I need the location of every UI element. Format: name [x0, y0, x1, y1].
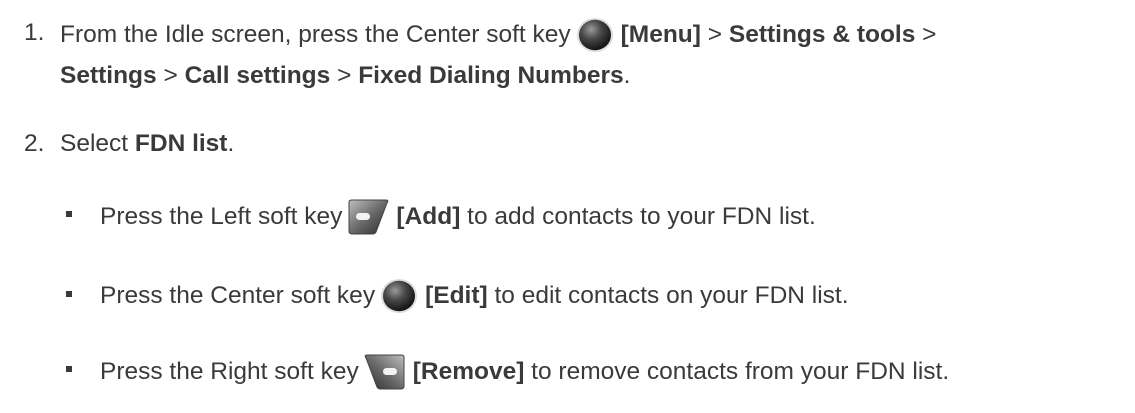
step-1-line-1: From the Idle screen, press the Center s… [60, 17, 936, 53]
step-2-text: Select [60, 130, 135, 157]
separator: > [700, 21, 729, 48]
call-settings-item: Call settings [184, 62, 331, 89]
period: . [227, 130, 235, 157]
center-soft-key-icon [381, 279, 418, 313]
fdn-list-item: FDN list [134, 130, 228, 157]
bullet-text: Press the Left soft key [100, 203, 343, 230]
settings-item: Settings [60, 62, 157, 89]
bullet-suffix: to edit contacts on your FDN list. [487, 282, 849, 309]
step-1-line-2: Settings > Call settings > Fixed Dialing… [60, 60, 630, 92]
bullet-marker [66, 366, 72, 372]
bullet-edit: Press the Center soft key [Edit] to edit… [100, 278, 849, 314]
remove-key-label: [Remove] [412, 358, 525, 385]
menu-key-label: [Menu] [620, 21, 701, 48]
bullet-text: Press the Center soft key [100, 282, 376, 309]
right-soft-key-icon [364, 354, 405, 390]
bullet-text: Press the Right soft key [100, 358, 359, 385]
bullet-add: Press the Left soft key [Add] to add con… [100, 198, 816, 236]
separator: > [156, 62, 185, 89]
fixed-dialing-numbers-item: Fixed Dialing Numbers [358, 62, 624, 89]
step-1-text: From the Idle screen, press the Center s… [60, 21, 571, 48]
step-2-line: Select FDN list . [60, 128, 234, 160]
step-2-number: 2. [24, 130, 45, 157]
step-1-number: 1. [24, 19, 45, 46]
bullet-suffix: to add contacts to your FDN list. [460, 203, 816, 230]
period: . [623, 62, 631, 89]
bullet-marker [66, 211, 72, 217]
separator: > [915, 21, 937, 48]
bullet-suffix: to remove contacts from your FDN list. [524, 358, 950, 385]
bullet-remove: Press the Right soft key [Remove] to rem… [100, 353, 949, 391]
left-soft-key-icon [348, 199, 389, 235]
bullet-marker [66, 291, 72, 297]
edit-key-label: [Edit] [425, 282, 488, 309]
settings-tools-item: Settings & tools [728, 21, 916, 48]
add-key-label: [Add] [396, 203, 461, 230]
separator: > [330, 62, 359, 89]
center-soft-key-icon [576, 18, 613, 52]
